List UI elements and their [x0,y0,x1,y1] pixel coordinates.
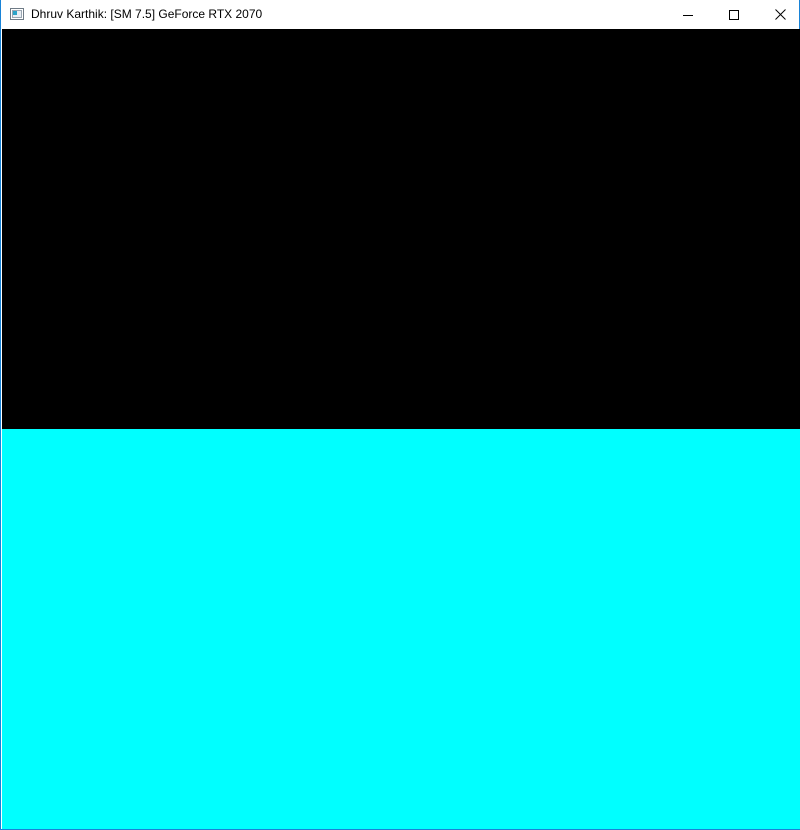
minimize-button[interactable] [665,0,711,29]
title-bar[interactable]: Dhruv Karthik: [SM 7.5] GeForce RTX 2070 [1,0,799,29]
app-window: Dhruv Karthik: [SM 7.5] GeForce RTX 2070 [0,0,800,830]
window-app-icon[interactable] [10,8,24,20]
maximize-icon [729,9,739,20]
close-icon [774,9,786,20]
window-title: Dhruv Karthik: [SM 7.5] GeForce RTX 2070 [31,7,263,21]
render-canvas[interactable] [2,29,800,829]
maximize-button[interactable] [711,0,757,29]
bottom-half-fill [2,429,800,829]
close-button[interactable] [757,0,800,29]
minimize-icon [683,14,693,16]
top-half-fill [2,29,800,429]
app-icon-accent [13,11,17,15]
